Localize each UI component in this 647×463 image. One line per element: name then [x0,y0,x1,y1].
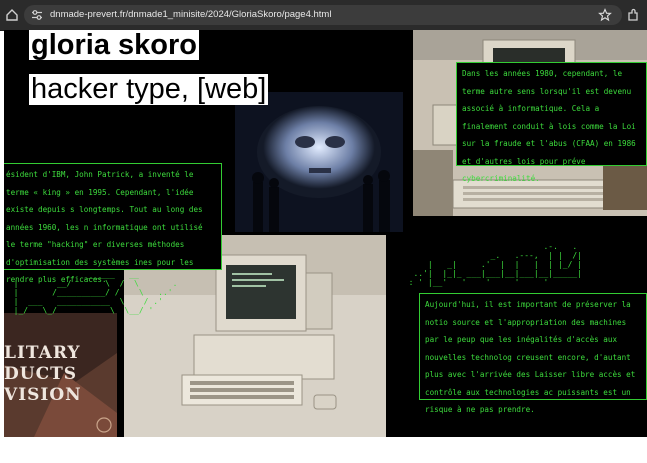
page-subtitle: hacker type, [web] [29,73,269,105]
url-text[interactable]: dnmade-prevert.fr/dnmade1_minisite/2024/… [50,8,331,22]
text-box-left: ésident d'IBM, John Patrick, a inventé l… [4,163,222,284]
ascii-art-right: .-. . _. .---, | | /| | _| .' | | | | |_… [408,242,583,287]
browser-toolbar: dnmade-prevert.fr/dnmade1_minisite/2024/… [0,0,647,31]
film-still-photo [235,92,403,232]
page-title: gloria skoro [29,30,199,61]
page-bottom-strip [0,437,647,463]
address-bar[interactable]: dnmade-prevert.fr/dnmade1_minisite/2024/… [24,5,622,25]
page-content: LITARY DUCTS VISION ______ __ | __/ \ / … [4,30,647,437]
home-icon[interactable] [4,7,20,23]
header: gloria skoro hacker type, [web] [29,30,269,105]
text-box-top-right: Dans les années 1980, cependant, le term… [456,62,647,183]
bookmark-star-icon[interactable] [598,8,612,22]
extensions-icon[interactable] [625,7,641,23]
military-sign-text: LITARY DUCTS VISION [4,343,82,405]
site-settings-icon[interactable] [30,8,44,22]
military-sign-photo: LITARY DUCTS VISION [4,313,117,437]
text-box-bottom-right: Aujourd'hui, il est important de préserv… [419,293,647,414]
